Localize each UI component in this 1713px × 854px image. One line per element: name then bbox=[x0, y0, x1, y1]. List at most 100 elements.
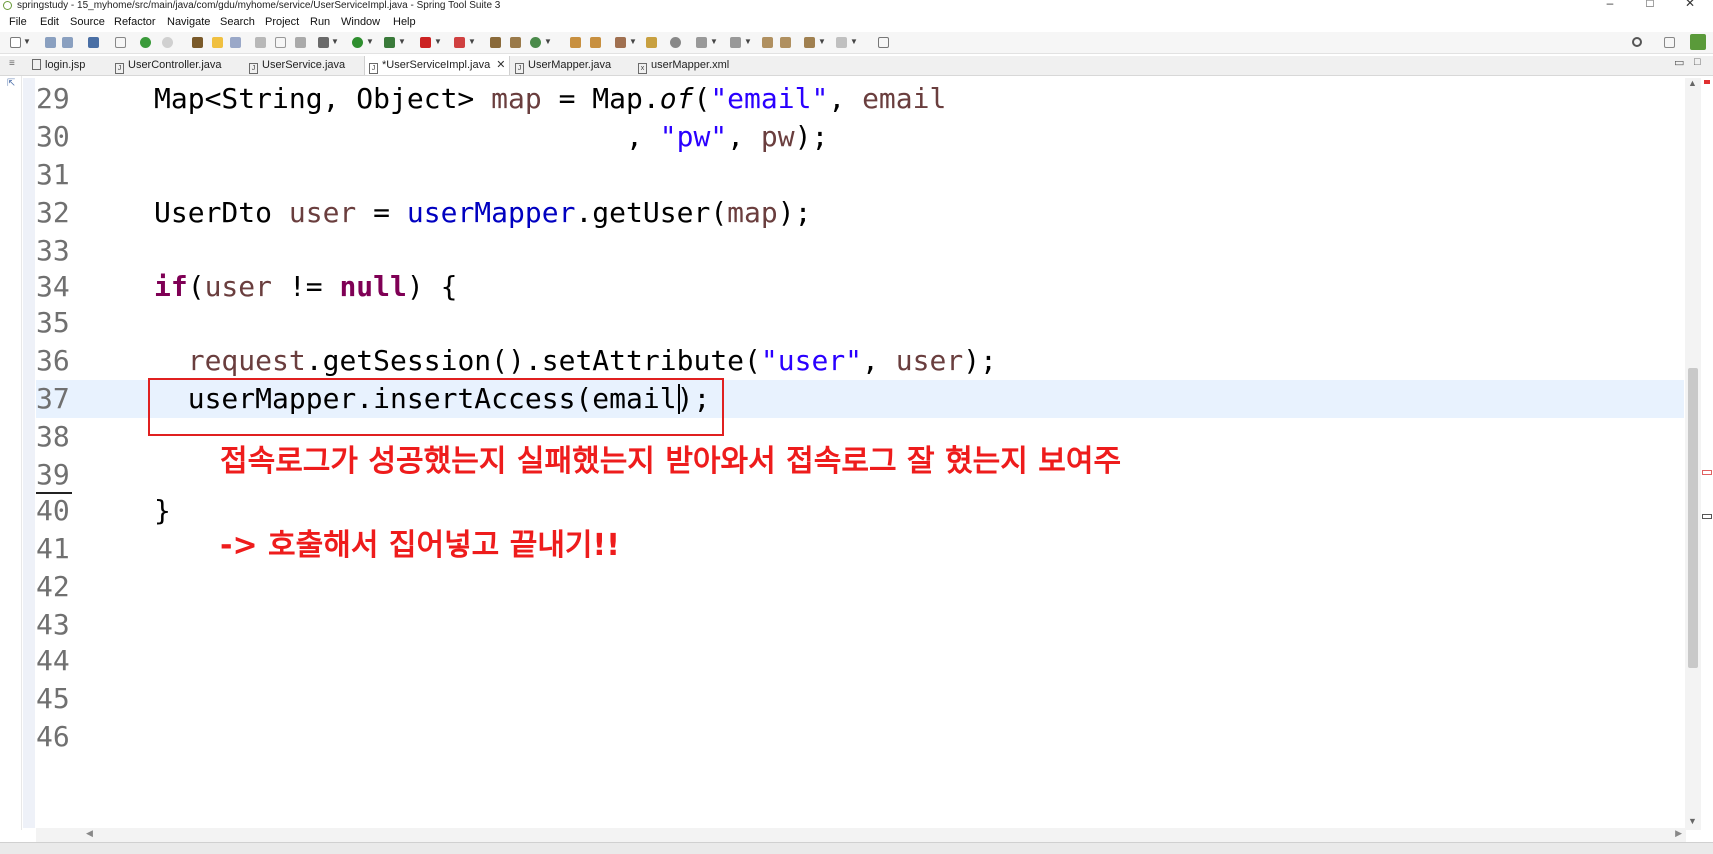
menu-file[interactable]: File bbox=[9, 13, 27, 31]
tab-label: *UserServiceImpl.java bbox=[382, 59, 491, 71]
error-overview-marker-icon[interactable] bbox=[1704, 80, 1710, 84]
tab-label: login.jsp bbox=[45, 59, 86, 71]
menu-refactor[interactable]: Refactor bbox=[114, 13, 156, 31]
scroll-up-icon[interactable]: ▲ bbox=[1688, 78, 1697, 88]
java-file-icon: J bbox=[515, 63, 524, 74]
java-file-icon: J bbox=[115, 63, 124, 74]
terminal-icon[interactable] bbox=[88, 37, 99, 48]
show-whitespace-icon[interactable] bbox=[275, 37, 286, 48]
search-tool-icon[interactable] bbox=[615, 37, 626, 48]
tab-user-service[interactable]: J UserService.java bbox=[249, 56, 345, 75]
run-coverage-icon[interactable] bbox=[384, 37, 395, 48]
external-tools-icon[interactable] bbox=[454, 37, 465, 48]
stop-icon[interactable] bbox=[420, 37, 431, 48]
menu-edit[interactable]: Edit bbox=[40, 13, 59, 31]
refresh-icon[interactable] bbox=[162, 37, 173, 48]
search-icon[interactable] bbox=[1632, 37, 1642, 47]
pin-editor-icon[interactable] bbox=[878, 37, 889, 48]
overview-marker-icon[interactable] bbox=[1702, 514, 1712, 519]
dropdown-arrow-icon[interactable]: ▼ bbox=[744, 37, 752, 46]
line-number: 44 bbox=[36, 644, 70, 677]
tab-user-controller[interactable]: J UserController.java bbox=[115, 56, 222, 75]
dropdown-arrow-icon[interactable]: ▼ bbox=[434, 37, 442, 46]
restore-view-icon[interactable]: ⇱ bbox=[7, 78, 15, 89]
open-task-icon[interactable] bbox=[590, 37, 601, 48]
highlight-box bbox=[148, 378, 724, 436]
menu-run[interactable]: Run bbox=[310, 13, 330, 31]
tab-user-mapper-xml[interactable]: x userMapper.xml bbox=[638, 56, 729, 75]
maximize-button[interactable]: □ bbox=[1642, 0, 1658, 9]
dropdown-arrow-icon[interactable]: ▼ bbox=[398, 37, 406, 46]
line-number: 46 bbox=[36, 720, 70, 753]
code-line-36: request.getSession().setAttribute("user"… bbox=[187, 344, 997, 377]
last-edit-location-icon[interactable] bbox=[762, 37, 773, 48]
maximize-editor-icon[interactable]: □ bbox=[1694, 56, 1701, 68]
line-number: 38 bbox=[36, 420, 70, 453]
minimize-editor-icon[interactable]: ▭ bbox=[1674, 56, 1684, 69]
dropdown-arrow-icon[interactable]: ▼ bbox=[629, 37, 637, 46]
open-type-icon[interactable] bbox=[570, 37, 581, 48]
save-icon[interactable] bbox=[45, 37, 56, 48]
open-folder-icon[interactable] bbox=[646, 37, 657, 48]
dropdown-arrow-icon[interactable]: ▼ bbox=[23, 37, 31, 46]
menu-project[interactable]: Project bbox=[265, 13, 299, 31]
dropdown-arrow-icon[interactable]: ▼ bbox=[331, 37, 339, 46]
new-java-project-icon[interactable] bbox=[490, 37, 501, 48]
tab-user-mapper-java[interactable]: J UserMapper.java bbox=[515, 56, 611, 75]
annotation-note: 접속로그가 성공했는지 실패했는지 받아와서 접속로그 잘 혔는지 보여주 bbox=[220, 444, 1122, 479]
annotation-note: -> 호출해서 집어넣고 끝내기!! bbox=[220, 528, 620, 563]
line-number: 39 bbox=[36, 458, 70, 491]
back-icon[interactable] bbox=[804, 37, 815, 48]
menu-help[interactable]: Help bbox=[393, 13, 416, 31]
line-number: 35 bbox=[36, 306, 70, 339]
minimize-button[interactable]: – bbox=[1602, 0, 1618, 9]
block-selection-icon[interactable] bbox=[230, 37, 241, 48]
menu-source[interactable]: Source bbox=[70, 13, 105, 31]
mark-occurrences-icon[interactable] bbox=[212, 37, 223, 48]
new-package-icon[interactable] bbox=[510, 37, 521, 48]
next-edit-icon[interactable] bbox=[696, 37, 707, 48]
run-icon[interactable] bbox=[352, 37, 363, 48]
new-icon[interactable] bbox=[10, 37, 21, 48]
menu-search[interactable]: Search bbox=[220, 13, 255, 31]
view-menu-icon[interactable]: ≡ bbox=[9, 58, 15, 69]
open-perspective-icon[interactable] bbox=[1664, 37, 1675, 48]
menu-window[interactable]: Window bbox=[341, 13, 380, 31]
overview-marker-icon[interactable] bbox=[1702, 470, 1712, 475]
globe-icon[interactable] bbox=[670, 37, 681, 48]
next-annotation-icon[interactable] bbox=[295, 37, 306, 48]
line-number: 34 bbox=[36, 270, 70, 303]
spring-boot-icon[interactable] bbox=[140, 37, 151, 48]
tab-user-service-impl[interactable]: J *UserServiceImpl.java ✕ bbox=[364, 56, 511, 75]
debug-icon[interactable] bbox=[318, 37, 329, 48]
dropdown-arrow-icon[interactable]: ▼ bbox=[544, 37, 552, 46]
code-editor[interactable]: 29 30 31 32 33 34 35 36 37 38 39 40 41 4… bbox=[36, 78, 1684, 828]
forward-history-icon[interactable] bbox=[780, 37, 791, 48]
toggle-breakpoint-icon[interactable] bbox=[115, 37, 126, 48]
spring-perspective-icon[interactable] bbox=[1690, 34, 1706, 50]
dropdown-arrow-icon[interactable]: ▼ bbox=[818, 37, 826, 46]
close-window-button[interactable]: ✕ bbox=[1682, 0, 1698, 9]
scroll-left-icon[interactable]: ◀ bbox=[86, 828, 93, 839]
previous-edit-icon[interactable] bbox=[730, 37, 741, 48]
dropdown-arrow-icon[interactable]: ▼ bbox=[468, 37, 476, 46]
pin-icon[interactable] bbox=[192, 37, 203, 48]
word-wrap-icon[interactable] bbox=[255, 37, 266, 48]
dropdown-arrow-icon[interactable]: ▼ bbox=[366, 37, 374, 46]
main-toolbar: ▼ ▼ ▼ ▼ ▼ ▼ ▼ ▼ ▼ ▼ ▼ ▼ bbox=[0, 32, 1713, 54]
vertical-scrollbar[interactable]: ▲ ▼ bbox=[1685, 78, 1701, 830]
tab-label: UserService.java bbox=[262, 59, 346, 71]
scroll-down-icon[interactable]: ▼ bbox=[1688, 816, 1697, 826]
forward-icon[interactable] bbox=[836, 37, 847, 48]
menu-navigate[interactable]: Navigate bbox=[167, 13, 210, 31]
xml-file-icon: x bbox=[638, 63, 647, 74]
save-all-icon[interactable] bbox=[62, 37, 73, 48]
dropdown-arrow-icon[interactable]: ▼ bbox=[710, 37, 718, 46]
horizontal-scrollbar[interactable]: ◀ ▶ bbox=[36, 828, 1686, 842]
new-class-icon[interactable] bbox=[530, 37, 541, 48]
dropdown-arrow-icon[interactable]: ▼ bbox=[850, 37, 858, 46]
scrollbar-thumb[interactable] bbox=[1688, 368, 1698, 668]
close-tab-icon[interactable]: ✕ bbox=[496, 59, 505, 71]
tab-login-jsp[interactable]: login.jsp bbox=[32, 56, 85, 75]
scroll-right-icon[interactable]: ▶ bbox=[1675, 828, 1682, 839]
